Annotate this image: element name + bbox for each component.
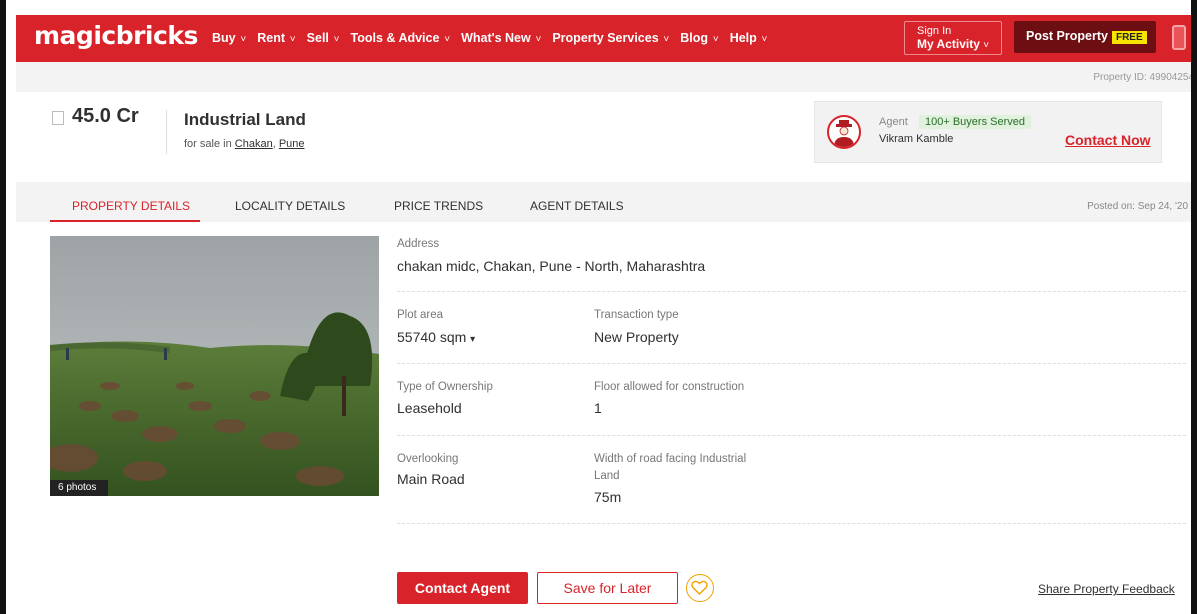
- floor-allowed-value: 1: [594, 400, 602, 416]
- nav-whats-new-label: What's New: [461, 31, 531, 45]
- divider: [397, 291, 1186, 292]
- agent-label: Agent: [879, 116, 908, 128]
- overlooking-value: Main Road: [397, 471, 465, 487]
- nav-buy[interactable]: Buy ˅: [212, 31, 246, 45]
- nav-blog[interactable]: Blog ˅: [680, 31, 718, 45]
- overlooking-label: Overlooking: [397, 453, 459, 465]
- chevron-down-icon: ˅: [532, 34, 542, 45]
- nav-tools-advice[interactable]: Tools & Advice ˅: [351, 31, 451, 45]
- road-width-value: 75m: [594, 489, 622, 505]
- signin-label: Sign In: [917, 25, 952, 37]
- plot-area-label: Plot area: [397, 309, 444, 321]
- my-activity-text: My Activity: [917, 37, 980, 51]
- nav-help[interactable]: Help ˅: [730, 31, 768, 45]
- property-id: Property ID: 49904254: [1093, 72, 1194, 83]
- agent-avatar: [827, 115, 861, 149]
- road-width-label-line1: Width of road facing Industrial: [594, 453, 747, 465]
- chevron-down-icon: ˅: [441, 34, 451, 45]
- chevron-down-icon: ˅: [758, 34, 768, 45]
- agent-name: Vikram Kamble: [879, 133, 954, 145]
- agent-card: Agent 100+ Buyers Served Vikram Kamble C…: [814, 101, 1162, 163]
- tab-agent-details[interactable]: AGENT DETAILS: [530, 199, 624, 213]
- divider: [397, 523, 1186, 524]
- divider: [397, 435, 1186, 436]
- nav-rent[interactable]: Rent ˅: [257, 31, 295, 45]
- share-property-feedback-link[interactable]: Share Property Feedback: [1038, 582, 1175, 596]
- chevron-down-icon: ˅: [330, 34, 340, 45]
- nav-tools-label: Tools & Advice: [350, 31, 440, 45]
- tab-property-details[interactable]: PROPERTY DETAILS: [72, 199, 190, 213]
- buyers-served-badge: 100+ Buyers Served: [919, 115, 1031, 129]
- nav-sell[interactable]: Sell ˅: [307, 31, 340, 45]
- nav-property-services[interactable]: Property Services ˅: [552, 31, 669, 45]
- plot-area-text: 55740 sqm: [397, 329, 467, 345]
- tab-price-trends[interactable]: PRICE TRENDS: [394, 199, 483, 213]
- address-label: Address: [397, 238, 440, 250]
- detail-tabs: PROPERTY DETAILS LOCALITY DETAILS PRICE …: [16, 182, 1191, 222]
- contact-agent-button[interactable]: Contact Agent: [397, 572, 528, 604]
- property-summary: 45.0 Cr Industrial Land for sale in Chak…: [16, 92, 1191, 182]
- chevron-down-icon: ˅: [287, 34, 296, 45]
- compare-checkbox[interactable]: [52, 111, 64, 125]
- chevron-down-icon: ˅: [237, 34, 247, 45]
- property-location: for sale in Chakan, Pune: [184, 138, 305, 150]
- main-nav: Buy ˅ Rent ˅ Sell ˅ Tools & Advice ˅ Wha…: [212, 31, 778, 45]
- location-prefix: for sale in: [184, 138, 232, 150]
- nav-whats-new[interactable]: What's New ˅: [461, 31, 541, 45]
- divider: [397, 363, 1186, 364]
- magicbricks-logo[interactable]: magicbricks: [34, 21, 198, 50]
- road-width-label-line2: Land: [594, 470, 620, 482]
- divider: [166, 110, 167, 154]
- chevron-down-icon: ˅: [710, 34, 719, 45]
- property-photo[interactable]: [50, 236, 379, 496]
- nav-help-label: Help: [729, 31, 757, 45]
- ownership-value: Leasehold: [397, 400, 462, 416]
- property-id-bar: Property ID: 49904254: [16, 62, 1194, 92]
- address-value: chakan midc, Chakan, Pune - North, Mahar…: [397, 258, 706, 274]
- plot-area-value[interactable]: 55740 sqm ▾: [397, 329, 475, 345]
- locality-link[interactable]: Chakan: [235, 138, 273, 150]
- signin-my-activity-button[interactable]: Sign In My Activity ˅: [904, 21, 1002, 55]
- posted-on-date: Posted on: Sep 24, '20: [1087, 201, 1188, 212]
- property-title: Industrial Land: [184, 110, 306, 129]
- floor-allowed-label: Floor allowed for construction: [594, 381, 745, 393]
- nav-rent-label: Rent: [257, 31, 286, 45]
- page-frame: magicbricks Buy ˅ Rent ˅ Sell ˅ Tools & …: [0, 0, 1197, 614]
- active-tab-indicator: [50, 220, 200, 222]
- nav-blog-label: Blog: [680, 31, 709, 45]
- ownership-label: Type of Ownership: [397, 381, 493, 393]
- save-for-later-button[interactable]: Save for Later: [537, 572, 678, 604]
- nav-property-services-label: Property Services: [552, 31, 659, 45]
- caret-down-icon: ▾: [470, 334, 476, 345]
- transaction-type-label: Transaction type: [594, 309, 679, 321]
- agent-person-icon: [834, 120, 854, 147]
- city-link[interactable]: Pune: [279, 138, 305, 150]
- my-activity-label: My Activity ˅: [917, 37, 1001, 53]
- photo-count-badge[interactable]: 6 photos: [50, 480, 108, 496]
- post-property-label: Post Property: [1026, 29, 1108, 43]
- mobile-app-icon[interactable]: [1172, 25, 1186, 50]
- nav-buy-label: Buy: [212, 31, 236, 45]
- transaction-type-value: New Property: [594, 329, 679, 345]
- land-photo-image: [50, 236, 379, 496]
- heart-icon: [691, 580, 708, 595]
- top-header: magicbricks Buy ˅ Rent ˅ Sell ˅ Tools & …: [16, 15, 1191, 62]
- chevron-down-icon: ˅: [983, 40, 990, 51]
- property-price: 45.0 Cr: [72, 105, 139, 127]
- contact-now-link[interactable]: Contact Now: [1065, 132, 1151, 148]
- shortlist-heart-button[interactable]: [686, 574, 714, 602]
- post-property-button[interactable]: Post Property FREE: [1014, 21, 1156, 53]
- chevron-down-icon: ˅: [660, 34, 670, 45]
- tab-locality-details[interactable]: LOCALITY DETAILS: [235, 199, 345, 213]
- free-badge: FREE: [1111, 31, 1147, 44]
- nav-sell-label: Sell: [306, 31, 329, 45]
